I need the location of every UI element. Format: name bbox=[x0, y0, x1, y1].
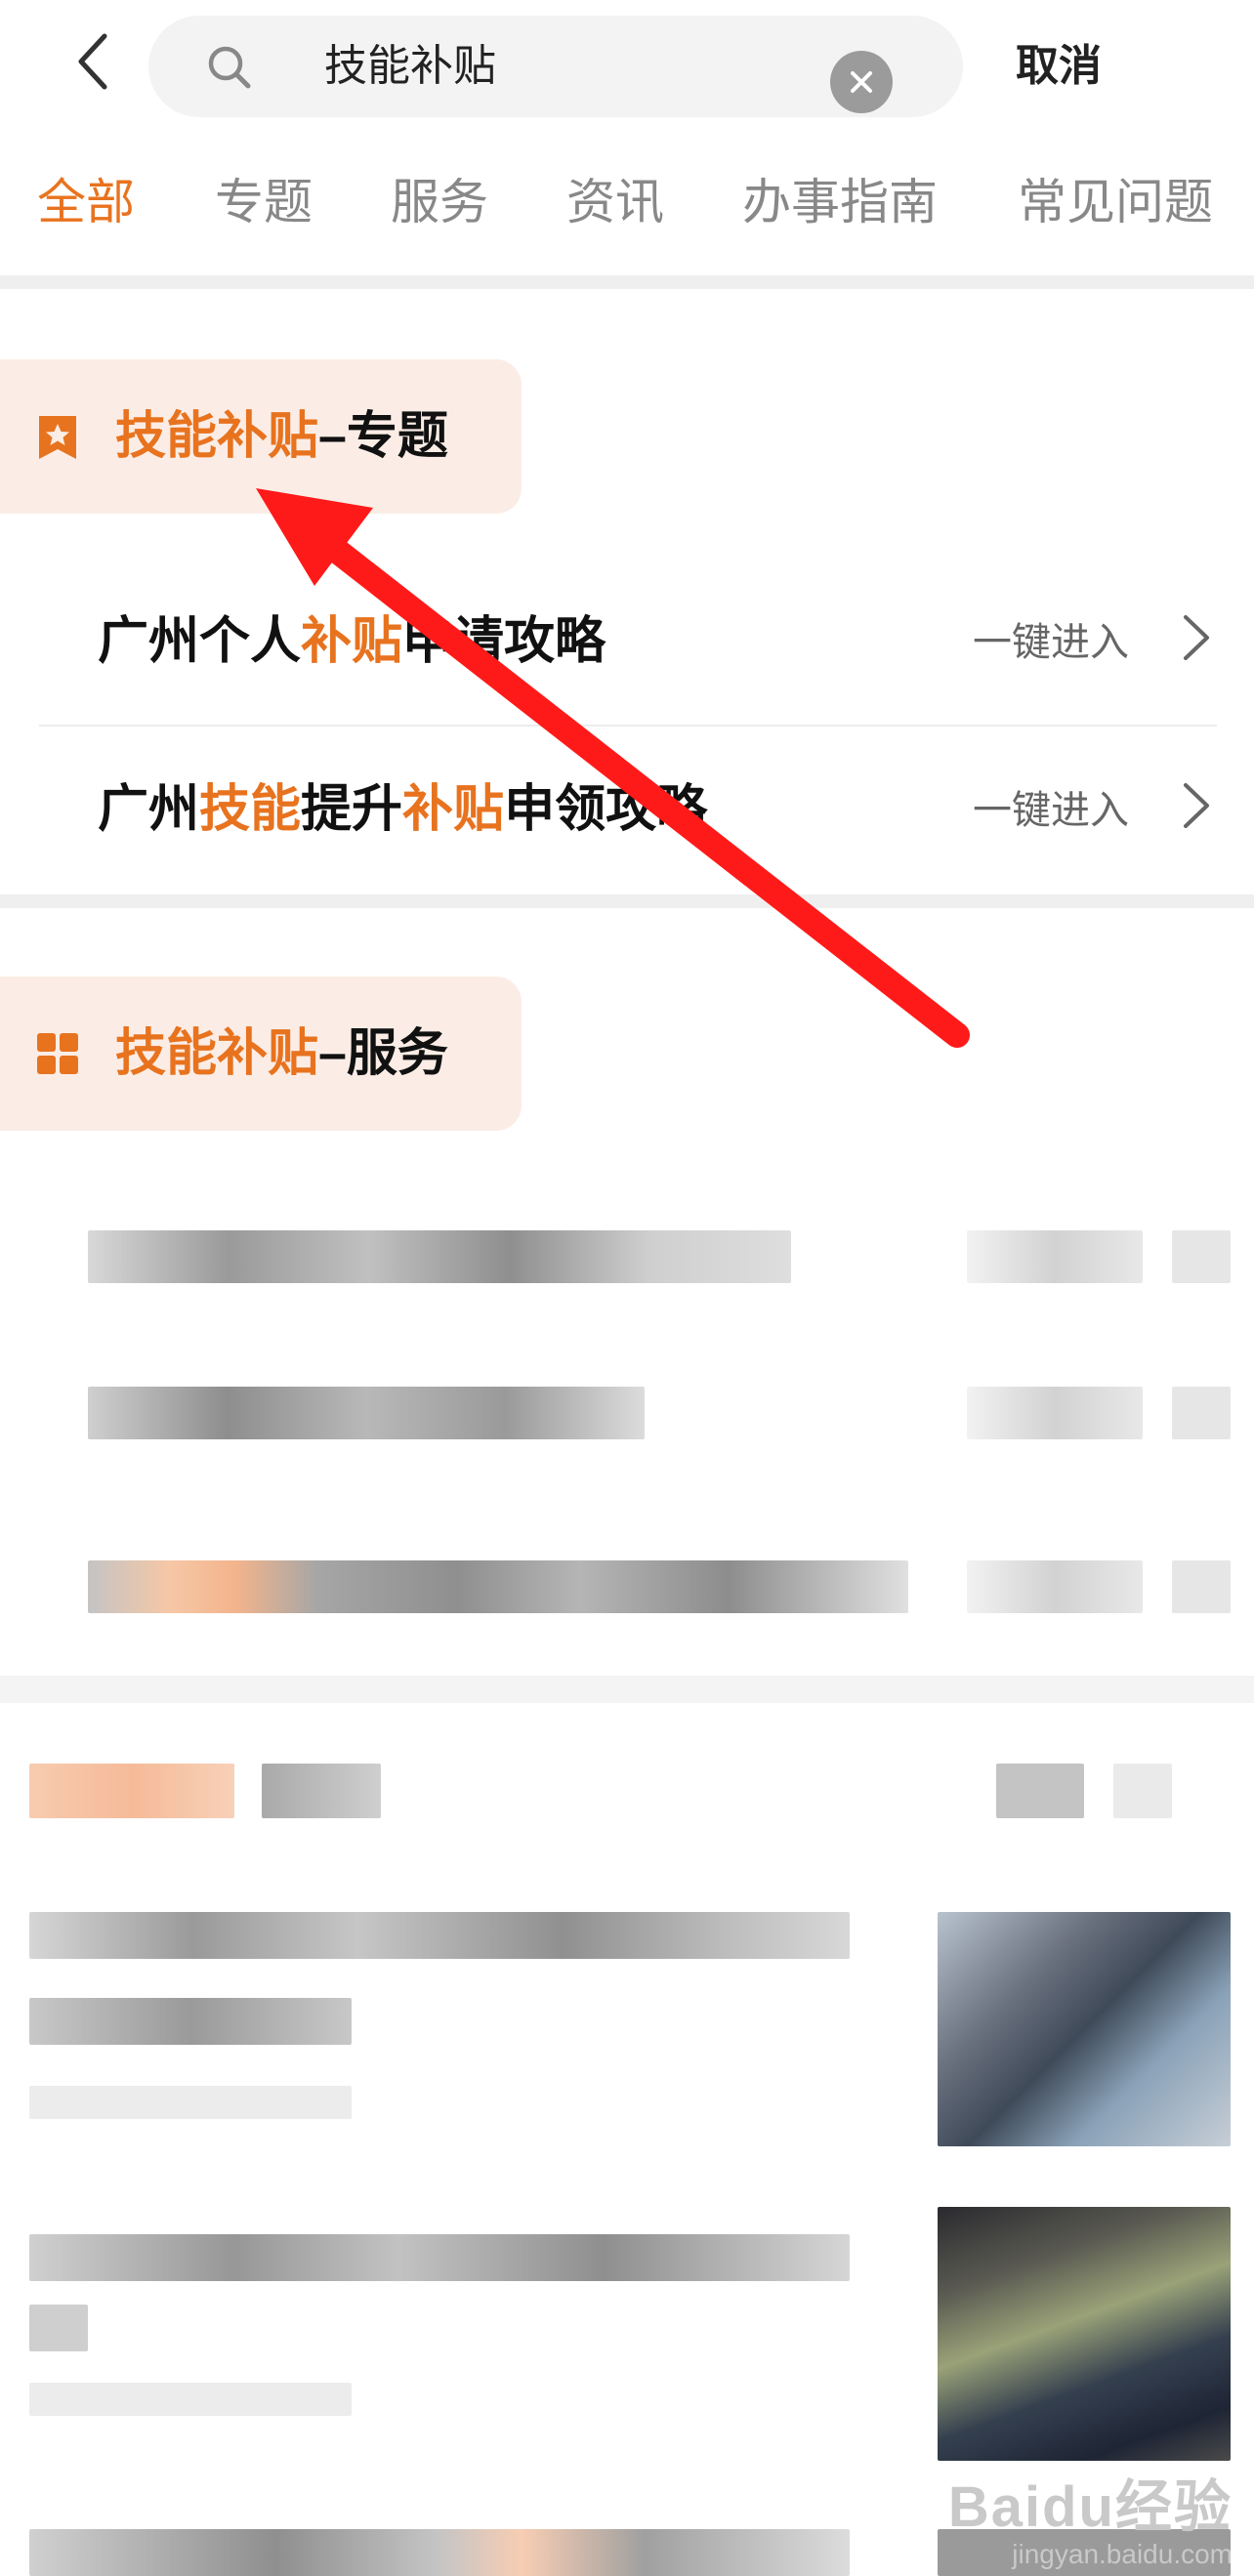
blurred-text bbox=[88, 1387, 645, 1439]
thumbnail-image bbox=[938, 2207, 1231, 2461]
blurred-text bbox=[88, 1560, 908, 1613]
blurred-text bbox=[967, 1230, 1143, 1283]
topic-row-title: 广州技能提升补贴申领攻略 bbox=[98, 781, 708, 838]
blurred-news-list bbox=[0, 1719, 1254, 2576]
clear-icon[interactable] bbox=[830, 51, 893, 113]
topic-row[interactable]: 广州技能提升补贴申领攻略 一键进入 bbox=[39, 727, 1217, 893]
blurred-text bbox=[1113, 1764, 1172, 1818]
blurred-text bbox=[29, 2086, 352, 2119]
blurred-text bbox=[1172, 1560, 1231, 1613]
search-icon bbox=[207, 45, 252, 95]
blurred-text bbox=[29, 2234, 850, 2281]
blurred-text bbox=[29, 1912, 850, 1959]
tab-services[interactable]: 服务 bbox=[391, 168, 488, 236]
section-title: 技能补贴–服务 bbox=[115, 1025, 448, 1082]
tab-all[interactable]: 全部 bbox=[37, 168, 135, 236]
search-query: 技能补贴 bbox=[324, 42, 496, 90]
divider bbox=[0, 275, 1254, 289]
search-input[interactable]: 技能补贴 bbox=[148, 16, 963, 117]
cancel-button[interactable]: 取消 bbox=[1016, 37, 1102, 96]
chevron-right-icon bbox=[1180, 781, 1211, 835]
blurred-text bbox=[262, 1764, 381, 1818]
blurred-text bbox=[29, 1998, 352, 2045]
topic-row[interactable]: 广州个人补贴申请攻略 一键进入 bbox=[39, 559, 1217, 725]
tab-faq[interactable]: 常见问题 bbox=[1018, 168, 1213, 236]
back-icon[interactable] bbox=[59, 27, 127, 96]
blurred-text bbox=[29, 2383, 352, 2416]
blurred-text bbox=[1172, 1387, 1231, 1439]
blurred-text bbox=[29, 2529, 850, 2576]
chevron-right-icon bbox=[1180, 613, 1211, 667]
watermark: Baidu经验 jingyan.baidu.com bbox=[948, 2476, 1233, 2570]
watermark-logo: Baidu经验 bbox=[947, 2475, 1233, 2539]
bookmark-icon bbox=[35, 414, 80, 466]
service-section-header: 技能补贴–服务 bbox=[0, 976, 522, 1131]
blurred-text bbox=[967, 1560, 1143, 1613]
enter-link[interactable]: 一键进入 bbox=[973, 613, 1129, 672]
blurred-text bbox=[967, 1387, 1143, 1439]
blurred-text bbox=[88, 1230, 791, 1283]
tab-topics[interactable]: 专题 bbox=[215, 168, 313, 236]
tab-guides[interactable]: 办事指南 bbox=[742, 168, 938, 236]
grid-icon bbox=[35, 1031, 80, 1081]
blurred-text bbox=[996, 1764, 1084, 1818]
blurred-text bbox=[29, 1764, 234, 1818]
topic-section-header: 技能补贴–专题 bbox=[0, 359, 522, 514]
enter-link[interactable]: 一键进入 bbox=[973, 781, 1129, 840]
section-title: 技能补贴–专题 bbox=[115, 408, 448, 465]
thumbnail-image bbox=[938, 1912, 1231, 2146]
category-tabs: 全部 专题 服务 资讯 办事指南 常见问题 bbox=[0, 168, 1254, 246]
divider bbox=[0, 1676, 1254, 1703]
watermark-url: jingyan.baidu.com bbox=[1012, 2539, 1233, 2569]
topic-row-title: 广州个人补贴申请攻略 bbox=[98, 613, 606, 670]
tab-news[interactable]: 资讯 bbox=[566, 168, 664, 236]
blurred-service-list bbox=[0, 1191, 1254, 1650]
divider bbox=[0, 894, 1254, 908]
blurred-text bbox=[1172, 1230, 1231, 1283]
blurred-text bbox=[29, 2305, 88, 2351]
